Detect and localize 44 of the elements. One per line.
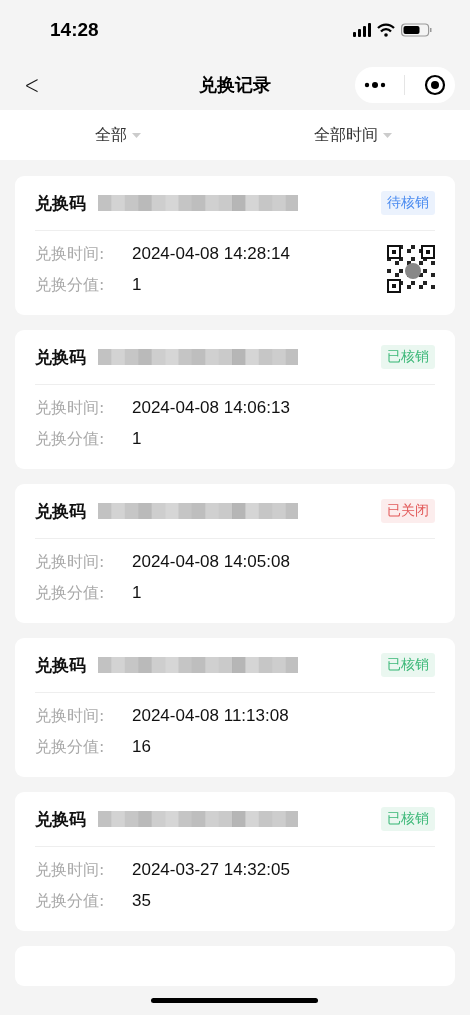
field-label: 兑换时间:	[35, 859, 106, 880]
field-label: 兑换分值:	[35, 736, 106, 757]
status-badge: 已核销	[381, 653, 435, 677]
status-badge: 已关闭	[381, 499, 435, 523]
code-label: 兑换码	[35, 499, 86, 523]
field-value: 1	[132, 582, 142, 603]
field-value: 2024-04-08 11:13:08	[132, 705, 289, 726]
caret-icon	[131, 132, 141, 138]
field-label: 兑换分值:	[35, 428, 106, 449]
field-value: 2024-04-08 14:06:13	[132, 397, 290, 418]
status-badge: 待核销	[381, 191, 435, 215]
field-value: 2024-04-08 14:28:14	[132, 243, 290, 264]
filter-dropdown[interactable]: 全部时间	[235, 110, 470, 160]
status-badge: 已核销	[381, 345, 435, 369]
code-label: 兑换码	[35, 653, 86, 677]
wifi-icon	[377, 23, 395, 37]
field-value: 1	[132, 428, 142, 449]
field-value: 2024-03-27 14:32:05	[132, 859, 290, 880]
field-value: 35	[132, 890, 151, 911]
more-icon[interactable]	[364, 81, 387, 89]
filter-dropdown[interactable]: 全部	[0, 110, 235, 160]
field-value: 2024-04-08 14:05:08	[132, 551, 290, 572]
field-label: 兑换时间:	[35, 705, 106, 726]
field-label: 兑换时间:	[35, 397, 106, 418]
field-label: 兑换时间:	[35, 551, 106, 572]
page-title: 兑换记录	[199, 73, 271, 97]
capsule-menu[interactable]	[355, 67, 455, 103]
field-value: 1	[132, 274, 142, 295]
code-label: 兑换码	[35, 345, 86, 369]
field-label: 兑换分值:	[35, 890, 106, 911]
field-value: 16	[132, 736, 151, 757]
caret-icon	[382, 132, 392, 138]
status-badge: 已核销	[381, 807, 435, 831]
battery-icon	[401, 23, 432, 37]
field-label: 兑换时间:	[35, 243, 106, 264]
field-label: 兑换分值:	[35, 274, 106, 295]
back-button[interactable]: <	[20, 70, 44, 100]
target-icon[interactable]	[423, 74, 446, 96]
field-label: 兑换分值:	[35, 582, 106, 603]
qr-code-icon[interactable]	[387, 245, 435, 293]
status-time: 14:28	[50, 19, 99, 41]
code-label: 兑换码	[35, 191, 86, 215]
signal-icon	[353, 23, 371, 37]
code-label: 兑换码	[35, 807, 86, 831]
